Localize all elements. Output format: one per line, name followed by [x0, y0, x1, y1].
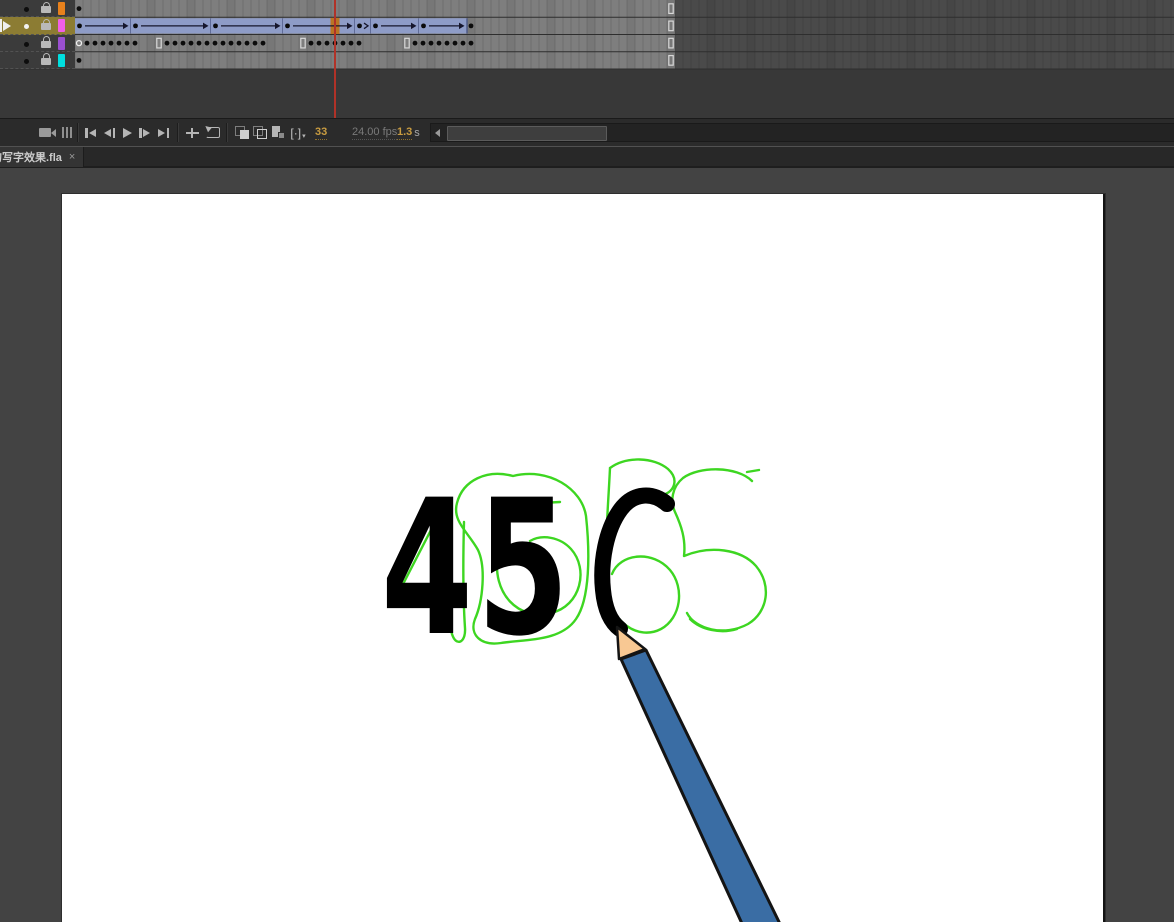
chevron-down-icon: ▾: [302, 132, 306, 140]
stage-artwork: 4 5: [62, 194, 1103, 922]
partial-digit-6-stroke: [602, 496, 667, 629]
flash-application-window: [·] ▾ 33 24.00 fps 1.3 s 的写字效果.fla ×: [0, 0, 1174, 922]
triangle-left-icon: [89, 129, 96, 137]
lock-icon[interactable]: [41, 6, 51, 13]
lock-icon[interactable]: [41, 23, 51, 30]
selected-layer-arrow-icon: [3, 21, 16, 31]
elapsed-time-value: 1.3: [397, 126, 412, 140]
bar-icon: [167, 128, 170, 138]
step-forward-button[interactable]: [136, 119, 153, 146]
pencil-cursor: [617, 627, 782, 922]
go-to-first-frame-icon: [85, 128, 88, 138]
layer-visibility-dot[interactable]: [24, 24, 29, 29]
layer-row[interactable]: [0, 52, 75, 69]
layer-color-swatch[interactable]: [58, 37, 65, 50]
layer-visibility-dot[interactable]: [24, 7, 29, 12]
play-icon: [123, 128, 132, 138]
loop-playback-button[interactable]: [203, 119, 223, 146]
frame-rate-field[interactable]: 24.00 fps: [352, 126, 397, 140]
layer-color-swatch[interactable]: [58, 54, 65, 67]
step-back-icon: [104, 129, 111, 137]
elapsed-time-unit: s: [414, 127, 420, 139]
play-button[interactable]: [120, 119, 135, 146]
modify-markers-icon: [·]: [290, 126, 301, 140]
lock-icon[interactable]: [41, 41, 51, 48]
pencil-body: [621, 650, 782, 922]
frame-rate-wrap: 24.00 fps: [352, 119, 397, 146]
document-tab[interactable]: 的写字效果.fla ×: [0, 147, 84, 167]
onion-skin-button[interactable]: [233, 119, 251, 146]
document-tab-bar: 的写字效果.fla ×: [0, 146, 1174, 168]
layer-panel: [0, 0, 75, 70]
divider: [177, 123, 179, 142]
divider: [226, 123, 228, 142]
frame-number-wrap: 33: [315, 119, 327, 146]
document-tab-title: 的写字效果.fla: [0, 149, 62, 165]
edit-multiple-frames-button[interactable]: [269, 119, 287, 146]
scroll-left-button[interactable]: [431, 125, 443, 140]
stage-canvas[interactable]: 4 5: [62, 194, 1105, 922]
frame-view-button[interactable]: [60, 119, 74, 146]
go-to-last-frame-button[interactable]: [155, 119, 172, 146]
arrow-left-icon: [435, 129, 440, 137]
layer-visibility-dot[interactable]: [24, 42, 29, 47]
close-icon[interactable]: ×: [69, 151, 75, 163]
lock-icon[interactable]: [41, 58, 51, 65]
pasteboard: 4 5: [0, 168, 1174, 922]
elapsed-time-wrap: 1.3 s: [397, 119, 420, 146]
layer-row[interactable]: [0, 35, 75, 52]
onion-skin-icon: [235, 126, 249, 139]
loop-playback-icon: [206, 127, 220, 138]
digit-5: 5: [477, 460, 569, 678]
onion-skin-outlines-icon: [253, 126, 267, 139]
layer-color-swatch[interactable]: [58, 19, 65, 32]
step-back-button[interactable]: [101, 119, 118, 146]
camera-icon: [39, 128, 51, 137]
layer-row[interactable]: [0, 0, 75, 17]
selected-layer-bar: [0, 19, 2, 32]
bar-icon: [113, 128, 116, 138]
timeline-horizontal-scrollbar[interactable]: [430, 123, 1174, 142]
center-frame-icon: [186, 127, 199, 138]
playhead[interactable]: [334, 0, 336, 118]
center-frame-button[interactable]: [183, 119, 201, 146]
timeline-frames-grid[interactable]: [0, 0, 1174, 70]
scrollbar-thumb[interactable]: [447, 126, 607, 141]
layer-color-swatch[interactable]: [58, 2, 65, 15]
step-forward-icon: [143, 129, 150, 137]
current-frame-field[interactable]: 33: [315, 126, 327, 140]
add-camera-button[interactable]: [34, 119, 56, 146]
divider: [77, 123, 79, 142]
modify-onion-markers-button[interactable]: [·] ▾: [287, 119, 309, 146]
go-to-last-frame-icon: [158, 129, 165, 137]
edit-multiple-frames-icon: [271, 126, 285, 139]
onion-skin-outlines-button[interactable]: [251, 119, 269, 146]
go-to-first-frame-button[interactable]: [82, 119, 99, 146]
layer-row[interactable]: [0, 17, 75, 34]
frame-view-bars-icon: [62, 127, 72, 138]
digit-4: 4: [381, 460, 473, 678]
bar-icon: [139, 128, 142, 138]
layer-visibility-dot[interactable]: [24, 59, 29, 64]
